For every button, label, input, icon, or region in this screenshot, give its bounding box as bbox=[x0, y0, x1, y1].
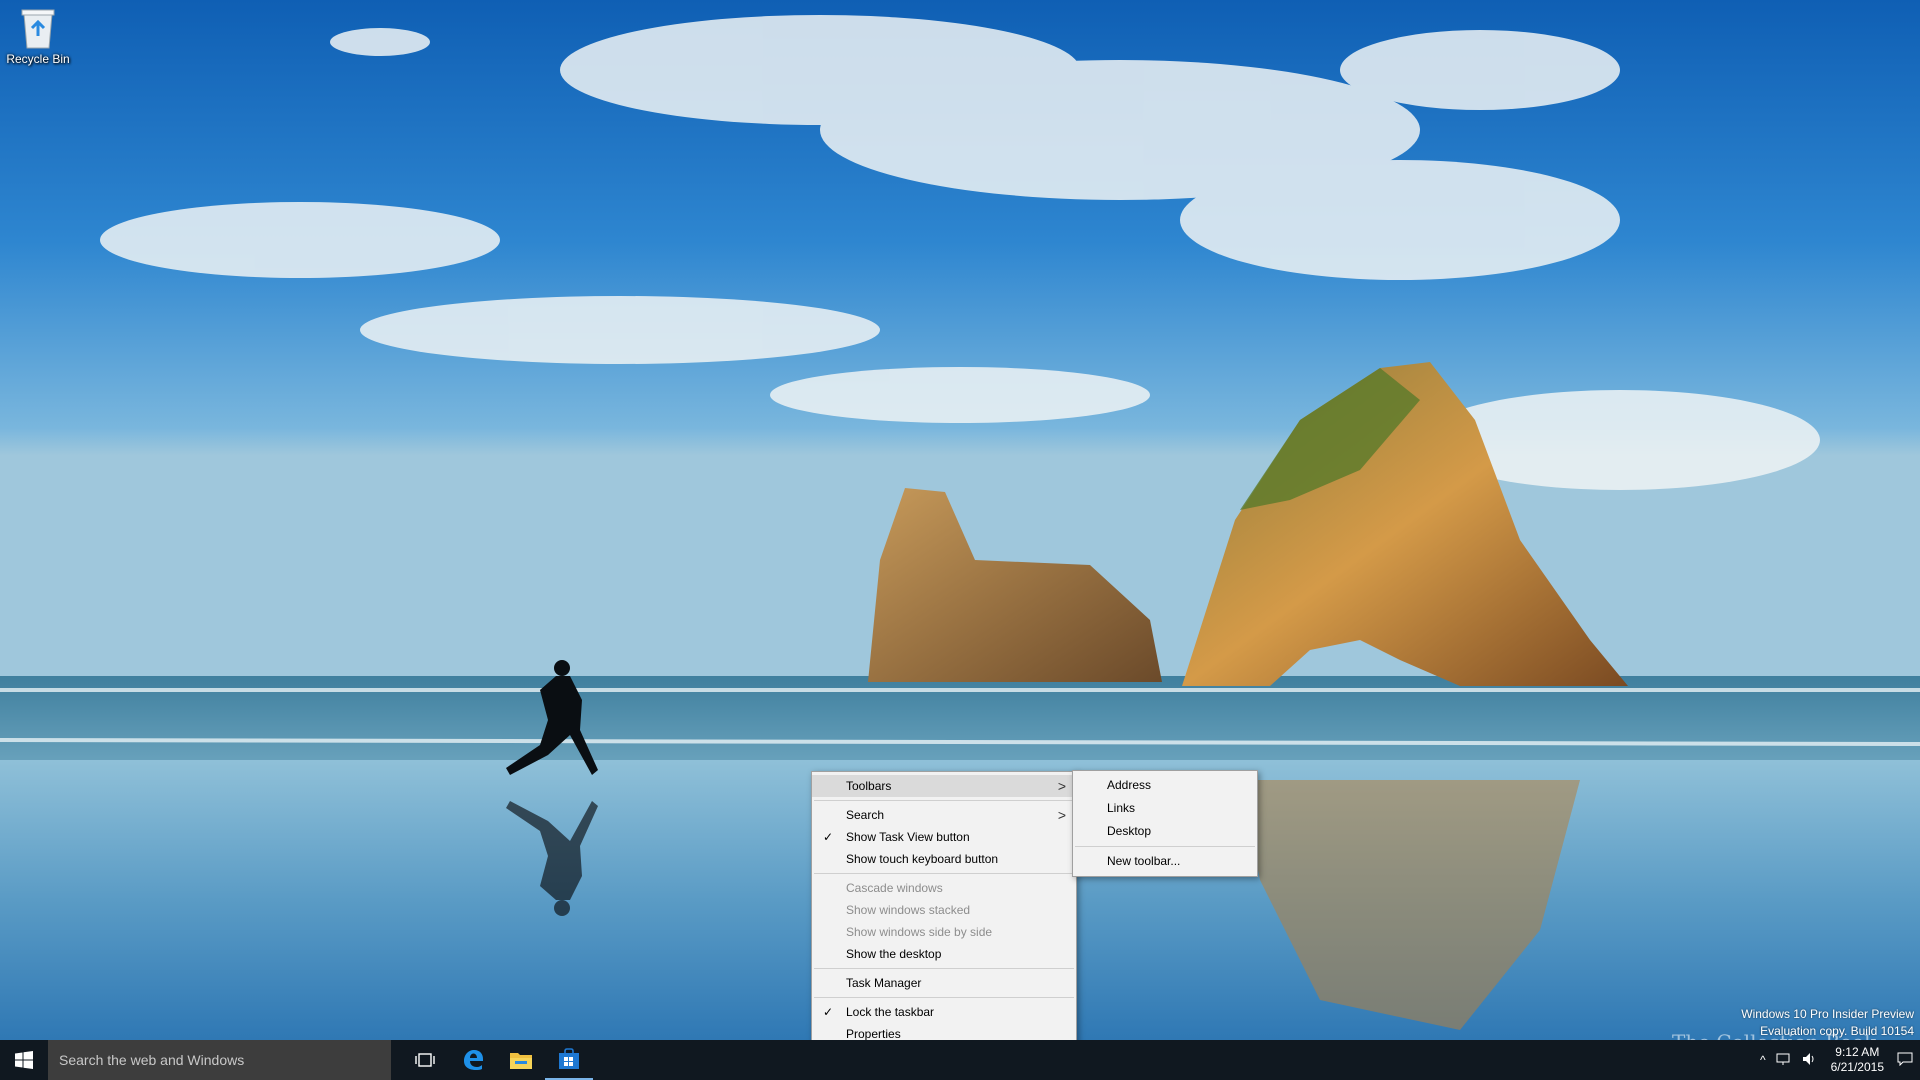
store-icon bbox=[559, 1048, 579, 1069]
network-icon[interactable] bbox=[1771, 1052, 1797, 1069]
watermark-edition: Windows 10 Pro Insider Preview bbox=[1741, 1007, 1914, 1021]
submenu-item-desktop[interactable]: Desktop bbox=[1073, 820, 1257, 843]
task-view-button[interactable] bbox=[401, 1040, 449, 1080]
toolbars-submenu: Address Links Desktop New toolbar... bbox=[1072, 770, 1258, 877]
menu-separator bbox=[814, 800, 1074, 801]
task-view-icon bbox=[415, 1053, 435, 1067]
menu-item-label: Properties bbox=[846, 1027, 901, 1041]
menu-item-label: Show windows side by side bbox=[846, 925, 993, 939]
menu-item-label: Lock the taskbar bbox=[846, 1005, 935, 1019]
submenu-item-links[interactable]: Links bbox=[1073, 797, 1257, 820]
menu-item-label: Address bbox=[1107, 778, 1152, 792]
checkmark-icon: ✓ bbox=[823, 1005, 834, 1019]
menu-item-label: Links bbox=[1107, 801, 1136, 815]
submenu-item-address[interactable]: Address bbox=[1073, 774, 1257, 797]
edge-icon bbox=[464, 1050, 483, 1070]
system-tray: ^ 9:12 AM 6/21/2015 bbox=[1755, 1040, 1920, 1080]
menu-item-show-windows-stacked: Show windows stacked bbox=[812, 899, 1076, 921]
brand-overlay-text: The Collection Book bbox=[1672, 1030, 1876, 1040]
menu-item-label: Toolbars bbox=[846, 779, 892, 793]
recycle-bin-icon bbox=[18, 6, 58, 50]
start-button[interactable] bbox=[0, 1040, 48, 1080]
store-button[interactable] bbox=[545, 1040, 593, 1080]
menu-separator bbox=[814, 997, 1074, 998]
menu-item-show-desktop[interactable]: Show the desktop bbox=[812, 943, 1076, 965]
menu-separator bbox=[814, 968, 1074, 969]
submenu-arrow-icon: > bbox=[1057, 807, 1066, 823]
menu-item-label: Show the desktop bbox=[846, 947, 942, 961]
menu-item-toolbars[interactable]: Toolbars > bbox=[812, 775, 1076, 797]
file-explorer-icon bbox=[510, 1053, 532, 1069]
menu-item-search[interactable]: Search > bbox=[812, 804, 1076, 826]
menu-separator bbox=[814, 873, 1074, 874]
windows-logo-icon bbox=[15, 1051, 33, 1069]
search-box[interactable]: Search the web and Windows bbox=[48, 1040, 391, 1080]
submenu-item-new-toolbar[interactable]: New toolbar... bbox=[1073, 850, 1257, 873]
menu-item-cascade-windows: Cascade windows bbox=[812, 877, 1076, 899]
clock-date: 6/21/2015 bbox=[1830, 1060, 1884, 1074]
recycle-bin-shortcut[interactable]: Recycle Bin bbox=[4, 6, 72, 66]
menu-separator bbox=[1075, 846, 1255, 847]
menu-item-label: Desktop bbox=[1107, 824, 1152, 838]
menu-item-label: Show Task View button bbox=[846, 830, 970, 844]
checkmark-icon: ✓ bbox=[823, 830, 834, 844]
volume-icon[interactable] bbox=[1797, 1052, 1823, 1069]
recycle-bin-label: Recycle Bin bbox=[6, 52, 70, 66]
clock[interactable]: 9:12 AM 6/21/2015 bbox=[1823, 1045, 1892, 1075]
menu-item-show-windows-side-by-side: Show windows side by side bbox=[812, 921, 1076, 943]
file-explorer-button[interactable] bbox=[497, 1040, 545, 1080]
action-center-icon[interactable] bbox=[1892, 1052, 1920, 1069]
taskbar[interactable]: Search the web and Windows ^ 9:12 AM 6/2… bbox=[0, 1040, 1920, 1080]
show-hidden-icons-chevron-icon[interactable]: ^ bbox=[1755, 1053, 1771, 1067]
menu-item-label: Search bbox=[846, 808, 885, 822]
menu-item-lock-taskbar[interactable]: ✓ Lock the taskbar bbox=[812, 1001, 1076, 1023]
taskbar-context-menu: Toolbars > Search > ✓ Show Task View but… bbox=[811, 771, 1077, 1049]
edge-button[interactable] bbox=[449, 1040, 497, 1080]
menu-item-show-touch-keyboard[interactable]: Show touch keyboard button bbox=[812, 848, 1076, 870]
menu-item-label: Cascade windows bbox=[846, 881, 943, 895]
menu-item-label: New toolbar... bbox=[1107, 854, 1181, 868]
clock-time: 9:12 AM bbox=[1835, 1045, 1880, 1059]
menu-item-task-manager[interactable]: Task Manager bbox=[812, 972, 1076, 994]
menu-item-label: Show touch keyboard button bbox=[846, 852, 999, 866]
menu-item-show-task-view[interactable]: ✓ Show Task View button bbox=[812, 826, 1076, 848]
menu-item-label: Task Manager bbox=[846, 976, 922, 990]
submenu-arrow-icon: > bbox=[1057, 778, 1066, 794]
menu-item-label: Show windows stacked bbox=[846, 903, 971, 917]
